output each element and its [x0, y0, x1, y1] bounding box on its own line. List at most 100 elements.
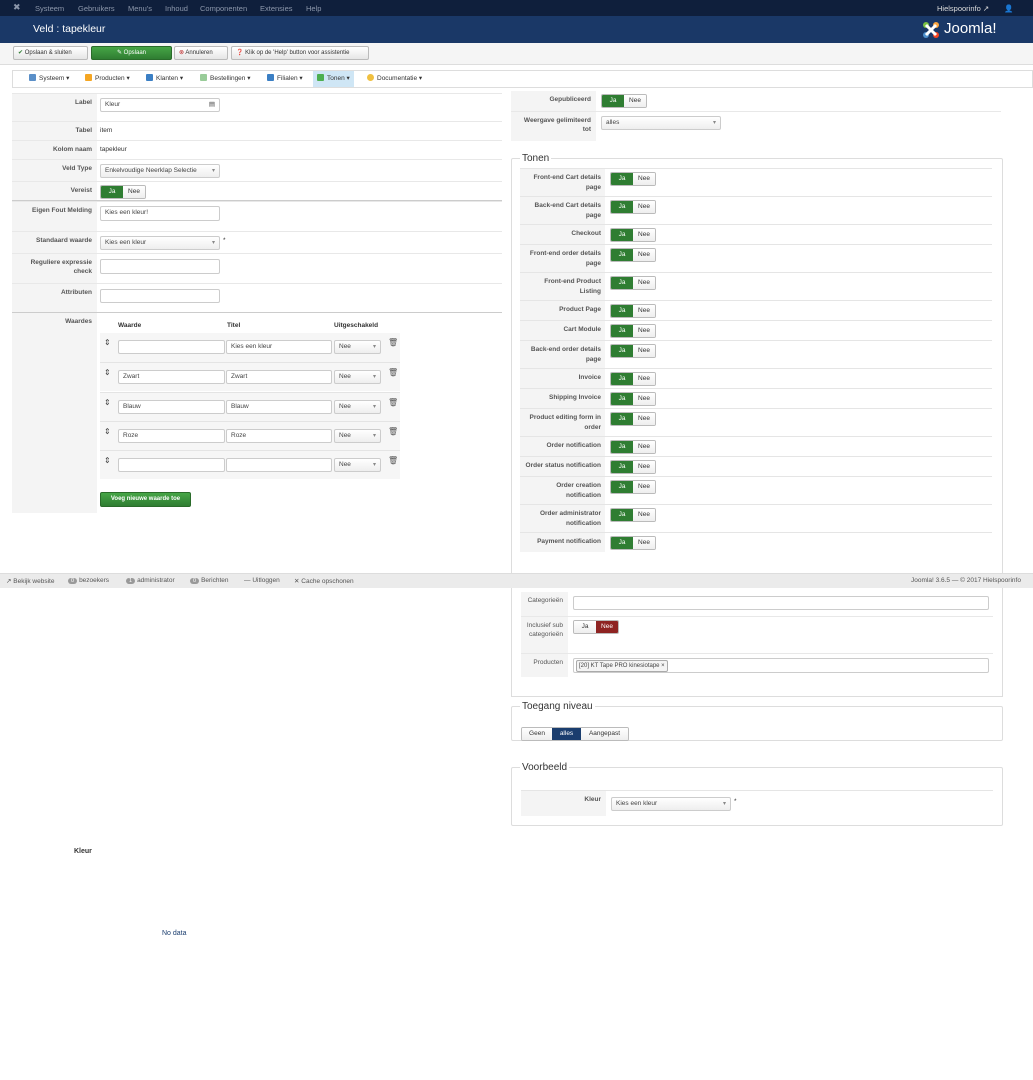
trash-icon[interactable]: 🗑 — [388, 398, 398, 407]
yes-option[interactable]: Ja — [611, 173, 633, 185]
menu-tonen[interactable]: Tonen ▾ — [313, 71, 354, 87]
tonen-toggle[interactable]: Ja Nee — [610, 372, 656, 386]
view-site-link[interactable]: ↗ Bekijk website — [6, 577, 54, 585]
yes-option[interactable]: Ja — [101, 186, 123, 198]
no-option[interactable]: Nee — [633, 277, 655, 289]
no-option[interactable]: Nee — [633, 481, 655, 493]
add-value-button[interactable]: Voeg nieuwe waarde toe — [100, 492, 191, 507]
help-button[interactable]: ❓ Klik op de 'Help' button voor assisten… — [231, 46, 369, 60]
messages-link[interactable]: 0 Berichten — [190, 577, 229, 584]
trash-icon[interactable]: 🗑 — [388, 427, 398, 436]
nav-inhoud[interactable]: Inhoud — [165, 4, 188, 13]
logout-link[interactable]: — Uitloggen — [244, 577, 280, 584]
categorieen-input[interactable] — [573, 596, 989, 610]
toegang-selector[interactable]: Geen alles Aangepast — [521, 727, 629, 741]
gepubliceerd-toggle[interactable]: Ja Nee — [601, 94, 647, 108]
admin-link[interactable]: 1 administrator — [126, 577, 175, 584]
menu-bestellingen[interactable]: Bestellingen ▾ — [196, 71, 255, 87]
menu-klanten[interactable]: Klanten ▾ — [142, 71, 187, 87]
yes-option[interactable]: Ja — [611, 509, 633, 521]
yes-option[interactable]: Ja — [611, 413, 633, 425]
drag-handle-icon[interactable]: ⇕ — [104, 368, 111, 377]
visitors-link[interactable]: 0 bezoekers — [68, 577, 109, 584]
tonen-toggle[interactable]: Ja Nee — [610, 304, 656, 318]
nav-componenten[interactable]: Componenten — [200, 4, 247, 13]
titel-input[interactable] — [226, 458, 332, 473]
yes-option[interactable]: Ja — [611, 201, 633, 213]
yes-option[interactable]: Ja — [611, 537, 633, 549]
no-option[interactable]: Nee — [596, 621, 618, 633]
no-option[interactable]: Nee — [633, 461, 655, 473]
no-option[interactable]: Nee — [633, 345, 655, 357]
no-option[interactable]: Nee — [633, 201, 655, 213]
remove-tag-icon[interactable]: × — [661, 663, 665, 669]
producten-input[interactable]: [20] KT Tape PRO kinesiotape × — [573, 658, 989, 673]
toegang-aangepast[interactable]: Aangepast — [581, 728, 628, 740]
waarde-input[interactable]: Blauw — [118, 399, 225, 414]
menu-systeem[interactable]: Systeem ▾ — [25, 71, 73, 87]
nav-extensies[interactable]: Extensies — [260, 4, 293, 13]
yes-option[interactable]: Ja — [611, 229, 633, 241]
vereist-toggle[interactable]: Ja Nee — [100, 185, 146, 199]
weergave-select[interactable]: alles — [601, 116, 721, 130]
yes-option[interactable]: Ja — [611, 373, 633, 385]
yes-option[interactable]: Ja — [611, 305, 633, 317]
yes-option[interactable]: Ja — [611, 393, 633, 405]
toegang-alles[interactable]: alles — [552, 728, 581, 740]
waarde-input[interactable]: Zwart — [118, 370, 225, 385]
no-option[interactable]: Nee — [633, 413, 655, 425]
toegang-geen[interactable]: Geen — [522, 728, 552, 740]
cache-link[interactable]: ✕ Cache opschonen — [294, 577, 354, 585]
user-menu-icon[interactable]: 👤 — [1004, 4, 1013, 13]
waarde-input[interactable] — [118, 340, 225, 354]
uitgeschakeld-select[interactable]: Nee — [334, 428, 381, 443]
standaard-select[interactable]: Kies een kleur — [100, 236, 220, 250]
attributen-input[interactable] — [100, 289, 220, 303]
no-option[interactable]: Nee — [633, 509, 655, 521]
tonen-toggle[interactable]: Ja Nee — [610, 276, 656, 290]
waarde-input[interactable] — [118, 458, 225, 473]
nav-menus[interactable]: Menu's — [128, 4, 152, 13]
language-icon[interactable]: ▤ — [209, 99, 215, 111]
yes-option[interactable]: Ja — [611, 325, 633, 337]
tonen-toggle[interactable]: Ja Nee — [610, 344, 656, 358]
yes-option[interactable]: Ja — [602, 95, 624, 107]
fout-input[interactable]: Kies een kleur! — [100, 206, 220, 221]
label-input[interactable]: Kleur ▤ — [100, 98, 220, 112]
menu-filialen[interactable]: Filialen ▾ — [263, 71, 307, 87]
tonen-toggle[interactable]: Ja Nee — [610, 508, 656, 522]
joomla-icon[interactable]: ✖ — [13, 2, 21, 13]
titel-input[interactable]: Blauw — [226, 399, 332, 414]
nav-gebruikers[interactable]: Gebruikers — [78, 4, 115, 13]
tonen-toggle[interactable]: Ja Nee — [610, 480, 656, 494]
nav-systeem[interactable]: Systeem — [35, 4, 64, 13]
tonen-toggle[interactable]: Ja Nee — [610, 248, 656, 262]
no-option[interactable]: Nee — [633, 173, 655, 185]
yes-option[interactable]: Ja — [611, 345, 633, 357]
tonen-toggle[interactable]: Ja Nee — [610, 412, 656, 426]
menu-producten[interactable]: Producten ▾ — [81, 71, 134, 87]
waarde-input[interactable]: Roze — [118, 428, 225, 443]
no-option[interactable]: Nee — [633, 393, 655, 405]
tonen-toggle[interactable]: Ja Nee — [610, 324, 656, 338]
drag-handle-icon[interactable]: ⇕ — [104, 398, 111, 407]
nav-help[interactable]: Help — [306, 4, 321, 13]
inclusief-toggle[interactable]: Ja Nee — [573, 620, 619, 634]
yes-option[interactable]: Ja — [574, 621, 596, 633]
site-link[interactable]: Hielspoorinfo ↗ — [937, 4, 989, 13]
menu-documentatie[interactable]: Documentatie ▾ — [363, 71, 426, 87]
no-option[interactable]: Nee — [633, 305, 655, 317]
veldtype-select[interactable]: Enkelvoudige Neerklap Selectie — [100, 164, 220, 178]
tonen-toggle[interactable]: Ja Nee — [610, 392, 656, 406]
trash-icon[interactable]: 🗑 — [388, 368, 398, 377]
trash-icon[interactable]: 🗑 — [388, 338, 398, 347]
no-option[interactable]: Nee — [633, 229, 655, 241]
cancel-button[interactable]: ⊗ Annuleren — [174, 46, 228, 60]
no-option[interactable]: Nee — [633, 249, 655, 261]
drag-handle-icon[interactable]: ⇕ — [104, 456, 111, 465]
no-option[interactable]: Nee — [633, 373, 655, 385]
uitgeschakeld-select[interactable]: Nee — [334, 399, 381, 414]
no-option[interactable]: Nee — [624, 95, 646, 107]
no-option[interactable]: Nee — [123, 186, 145, 198]
drag-handle-icon[interactable]: ⇕ — [104, 427, 111, 436]
